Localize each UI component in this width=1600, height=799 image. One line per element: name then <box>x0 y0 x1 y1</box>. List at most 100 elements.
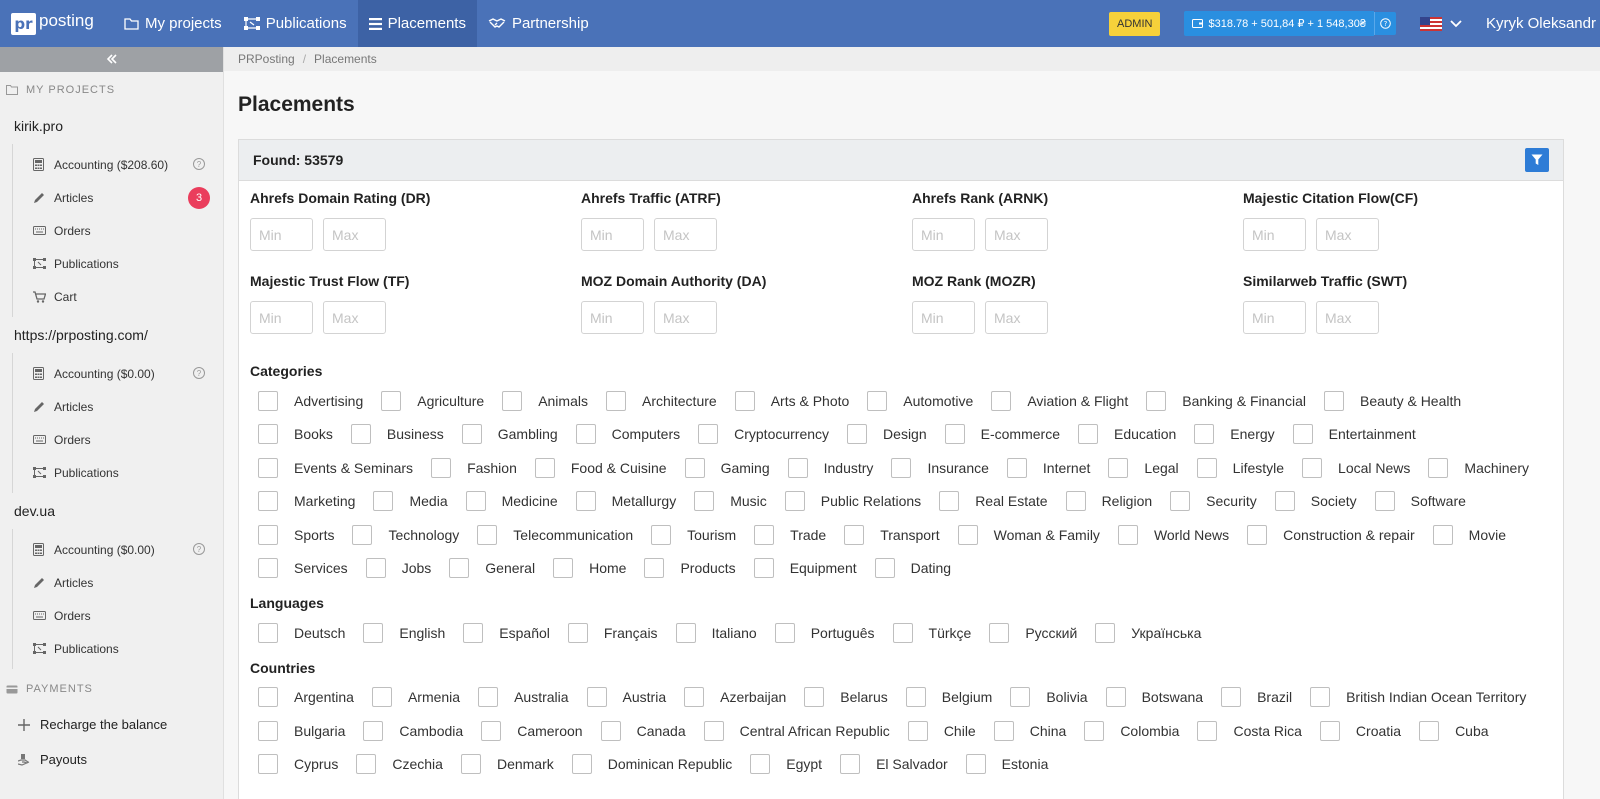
checkbox-item[interactable]: Cryptocurrency <box>698 418 829 452</box>
checkbox[interactable] <box>1105 687 1126 708</box>
checkbox-item[interactable]: Chile <box>907 714 976 748</box>
checkbox-item[interactable]: Aviation & Flight <box>991 384 1128 418</box>
checkbox[interactable] <box>684 457 705 478</box>
checkbox-item[interactable]: Belgium <box>905 681 992 715</box>
checkbox[interactable] <box>750 754 771 775</box>
checkbox[interactable] <box>431 457 452 478</box>
checkbox[interactable] <box>363 720 384 741</box>
checkbox[interactable] <box>1197 720 1218 741</box>
checkbox-item[interactable]: Australia <box>478 681 569 715</box>
checkbox[interactable] <box>1078 424 1098 445</box>
checkbox-item[interactable]: Gaming <box>684 451 770 485</box>
checkbox-item[interactable]: Fashion <box>431 451 517 485</box>
sidebar-item-accounting[interactable]: Accounting ($0.00)? <box>13 533 223 566</box>
checkbox[interactable] <box>1432 524 1453 545</box>
project-name[interactable]: kirik.pro <box>0 108 223 144</box>
sidebar-item-accounting[interactable]: Accounting ($208.60)? <box>13 148 223 181</box>
sidebar-item-payouts[interactable]: Payouts <box>0 742 223 777</box>
checkbox-item[interactable]: Dominican Republic <box>571 748 732 782</box>
checkbox[interactable] <box>891 457 912 478</box>
logo[interactable]: pr posting <box>0 0 113 47</box>
checkbox-item[interactable]: Public Relations <box>784 485 921 519</box>
checkbox-item[interactable]: Security <box>1170 485 1257 519</box>
checkbox-item[interactable]: Equipment <box>753 552 857 586</box>
checkbox[interactable] <box>1117 524 1138 545</box>
checkbox-item[interactable]: Armenia <box>371 681 460 715</box>
checkbox[interactable] <box>575 424 596 445</box>
checkbox[interactable] <box>481 720 502 741</box>
sidebar-item-articles[interactable]: Articles <box>13 566 223 599</box>
checkbox[interactable] <box>258 424 278 445</box>
checkbox-item[interactable]: Food & Cuisine <box>534 451 667 485</box>
checkbox[interactable] <box>1274 491 1295 512</box>
checkbox[interactable] <box>567 622 588 643</box>
nav-my-projects[interactable]: My projects <box>113 0 233 47</box>
collapse-sidebar-button[interactable] <box>0 47 223 72</box>
checkbox-item[interactable]: Insurance <box>891 451 989 485</box>
checkbox-item[interactable]: Dating <box>874 552 951 586</box>
checkbox-item[interactable]: Italiano <box>675 616 757 650</box>
checkbox[interactable] <box>1196 457 1217 478</box>
checkbox-item[interactable]: Education <box>1078 418 1176 452</box>
sidebar-item-articles[interactable]: Articles <box>13 390 223 423</box>
checkbox[interactable] <box>258 720 278 741</box>
checkbox-item[interactable]: Music <box>694 485 767 519</box>
checkbox-item[interactable]: E-commerce <box>944 418 1060 452</box>
checkbox[interactable] <box>1006 457 1027 478</box>
user-menu[interactable]: Kyryk Oleksandr <box>1486 15 1596 32</box>
checkbox[interactable] <box>754 524 775 545</box>
checkbox-item[interactable]: Bulgaria <box>258 714 345 748</box>
checkbox-item[interactable]: Animals <box>502 384 588 418</box>
checkbox[interactable] <box>258 491 278 512</box>
min-input[interactable] <box>1243 218 1306 251</box>
sidebar-item-publications[interactable]: Publications <box>13 456 223 489</box>
checkbox-item[interactable]: Construction & repair <box>1247 518 1415 552</box>
checkbox-item[interactable]: Telecommunication <box>477 518 633 552</box>
checkbox-item[interactable]: Costa Rica <box>1197 714 1302 748</box>
checkbox-item[interactable]: Türkçe <box>892 616 971 650</box>
checkbox-item[interactable]: Azerbaijan <box>684 681 786 715</box>
checkbox-item[interactable]: Bolivia <box>1010 681 1088 715</box>
checkbox[interactable] <box>939 491 960 512</box>
checkbox-item[interactable]: Business <box>350 418 444 452</box>
checkbox-item[interactable]: British Indian Ocean Territory <box>1310 681 1526 715</box>
checkbox[interactable] <box>753 558 774 579</box>
checkbox[interactable] <box>787 457 808 478</box>
checkbox[interactable] <box>258 754 278 775</box>
checkbox-item[interactable]: Lifestyle <box>1196 451 1284 485</box>
checkbox[interactable] <box>698 424 719 445</box>
checkbox-item[interactable]: Українська <box>1095 616 1201 650</box>
checkbox[interactable] <box>1065 491 1086 512</box>
checkbox-item[interactable]: Arts & Photo <box>734 384 849 418</box>
checkbox-item[interactable]: Colombia <box>1084 714 1179 748</box>
checkbox[interactable] <box>1170 491 1191 512</box>
checkbox[interactable] <box>989 622 1010 643</box>
checkbox[interactable] <box>381 390 402 411</box>
checkbox[interactable] <box>644 558 665 579</box>
checkbox[interactable] <box>502 390 523 411</box>
checkbox[interactable] <box>1419 720 1440 741</box>
checkbox-item[interactable]: Woman & Family <box>957 518 1100 552</box>
checkbox[interactable] <box>356 754 377 775</box>
checkbox[interactable] <box>477 524 498 545</box>
sidebar-item-orders[interactable]: Orders <box>13 423 223 456</box>
checkbox-item[interactable]: Computers <box>575 418 680 452</box>
nav-publications[interactable]: Publications <box>233 0 358 47</box>
checkbox[interactable] <box>258 390 278 411</box>
help-icon[interactable]: ? <box>1373 12 1396 35</box>
checkbox[interactable] <box>350 424 371 445</box>
checkbox[interactable] <box>1323 390 1344 411</box>
checkbox[interactable] <box>1374 491 1395 512</box>
checkbox-item[interactable]: General <box>449 552 535 586</box>
sidebar-item-cart[interactable]: Cart <box>13 280 223 313</box>
checkbox[interactable] <box>1095 622 1116 643</box>
help-icon[interactable]: ? <box>193 158 205 170</box>
checkbox-item[interactable]: Croatia <box>1319 714 1401 748</box>
checkbox-item[interactable]: El Salvador <box>840 748 948 782</box>
checkbox[interactable] <box>365 558 386 579</box>
project-name[interactable]: https://prposting.com/ <box>0 317 223 353</box>
checkbox-item[interactable]: Transport <box>844 518 940 552</box>
checkbox-item[interactable]: Gambling <box>461 418 558 452</box>
checkbox[interactable] <box>1221 687 1242 708</box>
checkbox-item[interactable]: Cameroon <box>481 714 583 748</box>
